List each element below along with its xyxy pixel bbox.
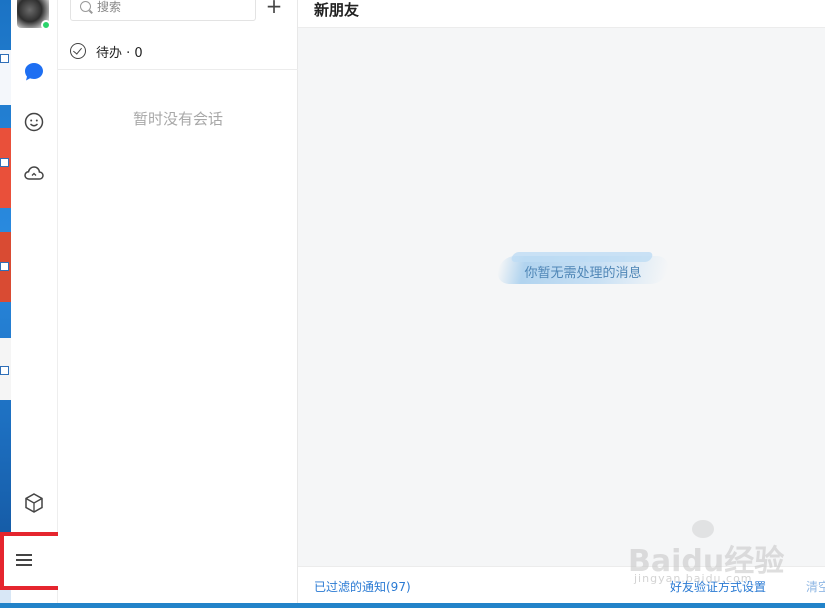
desktop-background xyxy=(0,0,11,608)
shortcut-arrow-icon xyxy=(0,54,9,63)
brush-stroke-decoration xyxy=(510,252,654,262)
nav-rail xyxy=(11,0,58,603)
main-header: 新朋友 xyxy=(298,0,825,28)
footer-bar: 已过滤的通知(97) 好友验证方式设置 清空 xyxy=(298,566,825,603)
empty-message: 你暂无需处理的消息 xyxy=(524,266,642,281)
shortcut-arrow-icon xyxy=(0,262,9,271)
conversation-panel: + 待办 · 0 暂时没有会话 xyxy=(58,0,298,603)
empty-conversations-text: 暂时没有会话 xyxy=(132,110,223,128)
main-content: 新朋友 你暂无需处理的消息 已过滤的通知(97) 好友验证方式设置 清空 xyxy=(298,0,825,603)
check-circle-icon xyxy=(70,43,86,59)
search-icon xyxy=(80,1,91,12)
desktop-icon xyxy=(0,128,11,208)
online-status-icon xyxy=(41,20,51,30)
shortcut-arrow-icon xyxy=(0,366,9,375)
clear-link[interactable]: 清空 xyxy=(806,578,825,595)
chat-bubble-icon[interactable] xyxy=(23,61,45,83)
search-input[interactable] xyxy=(97,0,247,16)
empty-state: 你暂无需处理的消息 xyxy=(495,248,671,292)
add-button[interactable]: + xyxy=(264,0,284,18)
menu-line xyxy=(16,559,32,561)
menu-icon[interactable] xyxy=(0,532,64,590)
menu-line xyxy=(16,564,32,566)
contacts-icon[interactable] xyxy=(23,111,45,133)
cloud-icon[interactable] xyxy=(23,162,45,184)
shortcut-arrow-icon xyxy=(0,158,9,167)
cube-icon[interactable] xyxy=(23,492,45,514)
friend-verify-settings-link[interactable]: 好友验证方式设置 xyxy=(670,578,766,595)
todo-row[interactable]: 待办 · 0 xyxy=(58,34,298,70)
filtered-notifications-link[interactable]: 已过滤的通知(97) xyxy=(314,578,411,595)
todo-label: 待办 · 0 xyxy=(96,46,143,61)
taskbar xyxy=(0,603,825,608)
search-box[interactable] xyxy=(70,0,256,21)
page-title: 新朋友 xyxy=(314,1,360,19)
menu-line xyxy=(16,554,32,556)
